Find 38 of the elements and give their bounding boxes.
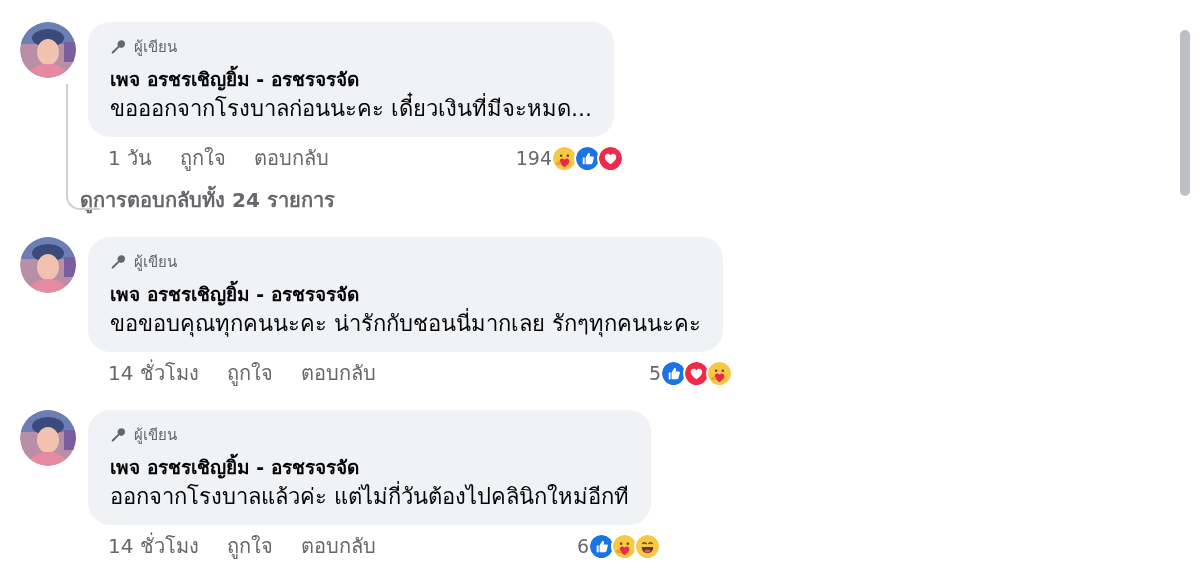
like-link[interactable]: ถูกใจ: [226, 531, 273, 561]
heart-reaction-icon: [597, 144, 624, 172]
avatar[interactable]: [20, 410, 76, 466]
reply-link[interactable]: ตอบกลับ: [300, 358, 376, 388]
reaction-count[interactable]: 194: [515, 143, 552, 173]
heart-reaction-icon: [683, 359, 710, 387]
like-reaction-icon: [574, 144, 601, 172]
comment-time[interactable]: 1 วัน: [108, 143, 153, 173]
like-link[interactable]: ถูกใจ: [226, 358, 273, 388]
scrollbar[interactable]: [1180, 30, 1190, 196]
comment-text: ออกจากโรงบาลแล้วค่ะ แต่ไม่กี่วันต้องไปคลินิกใหม่อีกที: [110, 481, 629, 513]
reply-link[interactable]: ตอบกลับ: [254, 143, 330, 173]
author-name[interactable]: เพจ อรชรเชิญยิ้ม - อรชรจรจัด: [110, 279, 701, 308]
hug-face-icon: [551, 144, 578, 172]
author-role-label: ผู้เขียน: [134, 425, 177, 446]
author-role-label: ผู้เขียน: [134, 252, 177, 273]
author-name[interactable]: เพจ อรชรเชิญยิ้ม - อรชรจรจัด: [110, 64, 592, 93]
like-link[interactable]: ถูกใจ: [180, 143, 227, 173]
hug-face-icon: [611, 532, 638, 560]
author-name[interactable]: เพจ อรชรเชิญยิ้ม - อรชรจรจัด: [110, 452, 629, 481]
microphone-icon: [110, 38, 128, 57]
avatar[interactable]: [20, 22, 76, 78]
comment-text: ขอขอบคุณทุกคนนะคะ น่ารักกับชอนนี่มากเลย รักๆทุกคนนะคะ: [110, 308, 701, 340]
author-role-label: ผู้เขียน: [134, 37, 177, 58]
comment-time[interactable]: 14 ชั่วโมง: [108, 531, 199, 561]
comment-time[interactable]: 14 ชั่วโมง: [108, 358, 199, 388]
reaction-count[interactable]: 5: [648, 358, 661, 388]
reply-link[interactable]: ตอบกลับ: [300, 531, 376, 561]
laughing-face-icon: [634, 532, 661, 560]
microphone-icon: [110, 253, 128, 272]
avatar[interactable]: [20, 237, 76, 293]
like-reaction-icon: [588, 532, 615, 560]
microphone-icon: [110, 426, 128, 445]
reaction-count[interactable]: 6: [576, 531, 589, 561]
like-reaction-icon: [660, 359, 687, 387]
hug-face-icon: [706, 359, 733, 387]
comment-text: ขอออกจากโรงบาลก่อนนะคะ เดี๋ยวเงินที่มีจะหมด...: [110, 93, 592, 125]
view-replies-link[interactable]: ดูการตอบกลับทั้ง 24 รายการ: [80, 185, 614, 215]
